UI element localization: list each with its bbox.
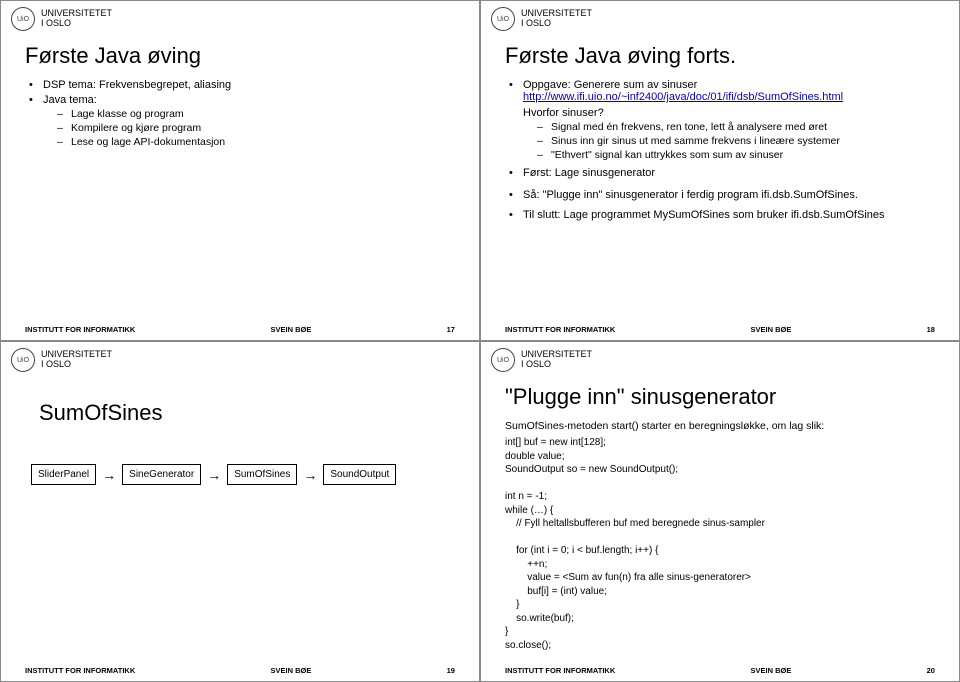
bullet: Så: "Plugge inn" sinusgenerator i ferdig… (523, 189, 935, 201)
slide-content: Første Java øving forts. Oppgave: Genere… (481, 33, 959, 321)
question-text: Hvorfor sinuser? (523, 107, 935, 119)
sub-bullet: Sinus inn gir sinus ut med samme frekven… (551, 135, 935, 147)
slide-17: UiO UNIVERSITETET I OSLO Første Java øvi… (0, 0, 480, 341)
university-seal-icon: UiO (11, 348, 35, 372)
footer-mid: SVEIN BØE (751, 325, 792, 334)
bullet: Java tema: Lage klasse og program Kompil… (43, 94, 455, 148)
bullet: DSP tema: Frekvensbegrepet, aliasing (43, 79, 455, 91)
sub-bullet: Signal med én frekvens, ren tone, lett å… (551, 121, 935, 133)
university-seal-icon: UiO (491, 7, 515, 31)
slide-title: Første Java øving (25, 43, 455, 69)
uni-line2: I OSLO (521, 19, 592, 29)
slide-20: UiO UNIVERSITETET I OSLO "Plugge inn" si… (480, 341, 960, 682)
footer-mid: SVEIN BØE (271, 666, 312, 675)
diagram-box-sumofsines: SumOfSines (227, 464, 297, 485)
sub-bullet: "Ethvert" signal kan uttrykkes som sum a… (551, 149, 935, 161)
footer-page: 20 (927, 666, 935, 675)
bullet-text: Oppgave: Generere sum av sinuser (523, 79, 697, 91)
slide-footer: INSTITUTT FOR INFORMATIKK SVEIN BØE 20 (481, 662, 959, 681)
footer-left: INSTITUTT FOR INFORMATIKK (25, 325, 135, 334)
bullet: Til slutt: Lage programmet MySumOfSines … (523, 209, 935, 221)
footer-left: INSTITUTT FOR INFORMATIKK (505, 325, 615, 334)
uni-line2: I OSLO (521, 360, 592, 370)
arrow-icon: → (303, 468, 317, 482)
slide-header: UiO UNIVERSITETET I OSLO (1, 1, 479, 33)
bullet-text: Java tema: (43, 94, 97, 106)
link[interactable]: http://www.ifi.uio.no/~inf2400/java/doc/… (523, 91, 843, 103)
footer-left: INSTITUTT FOR INFORMATIKK (505, 666, 615, 675)
university-seal-icon: UiO (11, 7, 35, 31)
sub-bullet: Kompilere og kjøre program (71, 122, 455, 134)
slide-content: SumOfSines SliderPanel → SineGenerator →… (1, 374, 479, 662)
diagram-box-soundoutput: SoundOutput (323, 464, 396, 485)
footer-mid: SVEIN BØE (271, 325, 312, 334)
slide-title: SumOfSines (39, 400, 455, 426)
slide-footer: INSTITUTT FOR INFORMATIKK SVEIN BØE 19 (1, 662, 479, 681)
sub-bullet: Lage klasse og program (71, 108, 455, 120)
slide-content: Første Java øving DSP tema: Frekvensbegr… (1, 33, 479, 321)
university-name: UNIVERSITETET I OSLO (521, 9, 592, 29)
sub-bullet: Lese og lage API-dokumentasjon (71, 136, 455, 148)
code-block: int[] buf = new int[128]; double value; … (505, 436, 935, 652)
university-name: UNIVERSITETET I OSLO (521, 350, 592, 370)
footer-mid: SVEIN BØE (751, 666, 792, 675)
slide-subtitle: SumOfSines-metoden start() starter en be… (505, 420, 935, 432)
slide-footer: INSTITUTT FOR INFORMATIKK SVEIN BØE 18 (481, 321, 959, 340)
class-diagram: SliderPanel → SineGenerator → SumOfSines… (31, 464, 455, 485)
slide-content: "Plugge inn" sinusgenerator SumOfSines-m… (481, 374, 959, 662)
university-name: UNIVERSITETET I OSLO (41, 9, 112, 29)
footer-page: 18 (927, 325, 935, 334)
footer-left: INSTITUTT FOR INFORMATIKK (25, 666, 135, 675)
slide-header: UiO UNIVERSITETET I OSLO (481, 342, 959, 374)
slide-header: UiO UNIVERSITETET I OSLO (1, 342, 479, 374)
footer-page: 17 (447, 325, 455, 334)
footer-page: 19 (447, 666, 455, 675)
diagram-box-sliderpanel: SliderPanel (31, 464, 96, 485)
slide-footer: INSTITUTT FOR INFORMATIKK SVEIN BØE 17 (1, 321, 479, 340)
bullet: Oppgave: Generere sum av sinuser http://… (523, 79, 935, 161)
slide-19: UiO UNIVERSITETET I OSLO SumOfSines Slid… (0, 341, 480, 682)
slide-title: "Plugge inn" sinusgenerator (505, 384, 935, 410)
arrow-icon: → (207, 468, 221, 482)
uni-line2: I OSLO (41, 19, 112, 29)
arrow-icon: → (102, 468, 116, 482)
university-seal-icon: UiO (491, 348, 515, 372)
slide-18: UiO UNIVERSITETET I OSLO Første Java øvi… (480, 0, 960, 341)
slide-header: UiO UNIVERSITETET I OSLO (481, 1, 959, 33)
university-name: UNIVERSITETET I OSLO (41, 350, 112, 370)
uni-line2: I OSLO (41, 360, 112, 370)
diagram-box-sinegenerator: SineGenerator (122, 464, 201, 485)
bullet: Først: Lage sinusgenerator (523, 167, 935, 179)
slide-title: Første Java øving forts. (505, 43, 935, 69)
